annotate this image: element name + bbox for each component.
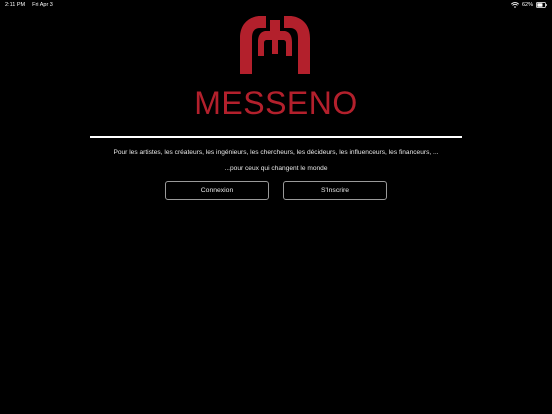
status-time: 2:11 PM xyxy=(5,2,26,8)
subtagline: ...pour ceux qui changent le monde xyxy=(224,165,328,172)
status-right: 62% xyxy=(510,1,547,8)
tagline: Pour les artistes, les créateurs, les in… xyxy=(113,149,439,156)
signup-button[interactable]: S'Inscrire xyxy=(283,181,387,200)
battery-percent: 62% xyxy=(521,1,533,8)
messeno-logo-icon xyxy=(236,14,314,76)
battery-icon xyxy=(536,1,547,8)
status-date: Fri Apr 3 xyxy=(32,2,53,8)
divider xyxy=(90,136,462,138)
wifi-icon xyxy=(510,1,519,8)
brand-name: MESSENO xyxy=(194,85,358,121)
login-button[interactable]: Connexion xyxy=(165,181,269,200)
status-bar: 2:11 PM Fri Apr 3 62% xyxy=(0,0,552,10)
status-left: 2:11 PM Fri Apr 3 xyxy=(5,2,53,8)
